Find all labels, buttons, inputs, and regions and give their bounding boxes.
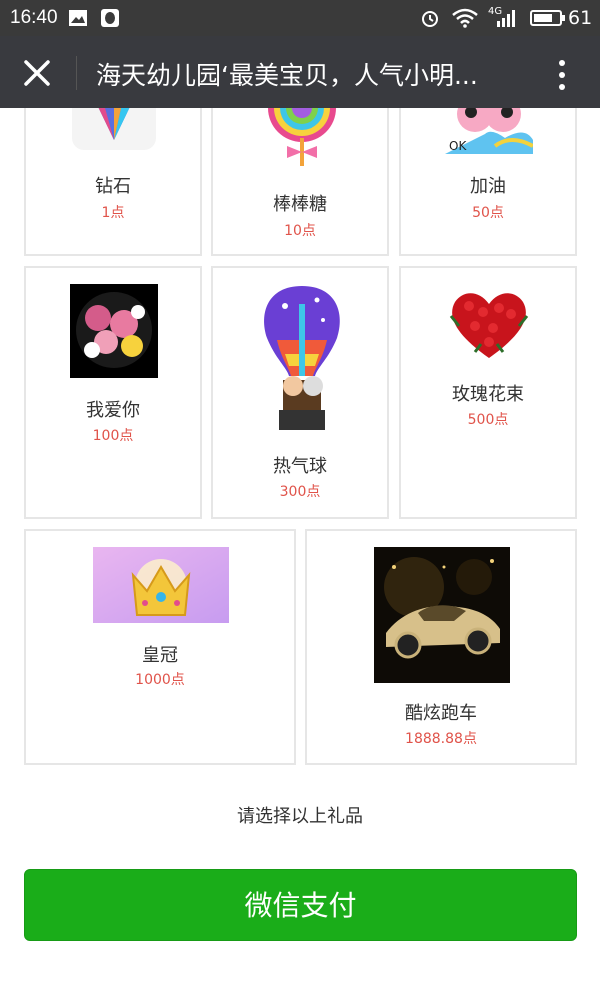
- gift-name: 我爱你: [86, 400, 140, 421]
- gift-card-diamond[interactable]: 钻石 1点: [24, 108, 202, 256]
- gift-price: 1888.88点: [405, 731, 477, 747]
- gift-price: 300点: [279, 484, 321, 500]
- battery-level: 61: [568, 7, 593, 29]
- qq-notification-icon: [101, 9, 119, 27]
- gift-card-crown[interactable]: 皇冠 1000点: [24, 529, 296, 765]
- gift-price: 1点: [101, 205, 125, 221]
- gift-price: 10点: [284, 223, 316, 239]
- close-icon[interactable]: [22, 58, 52, 88]
- gift-name: 皇冠: [142, 645, 178, 666]
- crown-icon: [93, 547, 229, 623]
- more-options-icon[interactable]: [552, 58, 572, 92]
- battery-icon: [530, 10, 565, 26]
- gift-price: 50点: [472, 205, 504, 221]
- status-time: 16:40: [10, 7, 58, 28]
- gift-name: 酷炫跑车: [405, 703, 477, 724]
- nav-divider: [76, 56, 77, 90]
- wifi-icon: [452, 8, 478, 28]
- alarm-icon: [422, 11, 438, 27]
- gift-price: 100点: [92, 428, 134, 444]
- hot-air-balloon-icon: [264, 286, 340, 430]
- gift-card-lollipop[interactable]: 棒棒糖 10点: [211, 108, 389, 256]
- selection-hint: 请选择以上礼品: [237, 806, 363, 827]
- gift-name: 加油: [470, 176, 506, 197]
- gift-card-balloon[interactable]: 热气球 300点: [211, 266, 389, 519]
- flower-orb-icon: [70, 284, 158, 378]
- wechat-pay-button[interactable]: 微信支付: [24, 869, 577, 941]
- lollipop-icon: [268, 108, 336, 166]
- svg-text:OK: OK: [449, 139, 467, 153]
- gift-price: 500点: [467, 412, 509, 428]
- gift-list: 钻石 1点 棒棒糖 10点 OK 加油 50点 我爱你 100点 热气球 300…: [0, 108, 600, 1000]
- nav-bar: 海天幼儿园‘最美宝贝，人气小明...: [0, 36, 600, 108]
- gift-card-roses[interactable]: 玫瑰花束 500点: [399, 266, 577, 519]
- image-notification-icon: [69, 10, 87, 26]
- gift-card-love[interactable]: 我爱你 100点: [24, 266, 202, 519]
- sports-car-icon: [374, 547, 510, 683]
- gift-card-sportscar[interactable]: 酷炫跑车 1888.88点: [305, 529, 577, 765]
- gift-card-cheer[interactable]: OK 加油 50点: [399, 108, 577, 256]
- status-bar: 16:40 4G 61: [0, 0, 600, 36]
- cheer-icon: OK: [445, 108, 533, 154]
- signal-icon: [497, 10, 515, 27]
- gift-name: 钻石: [95, 176, 131, 197]
- gift-price: 1000点: [135, 672, 185, 688]
- gift-name: 棒棒糖: [273, 194, 327, 215]
- gift-name: 玫瑰花束: [452, 384, 524, 405]
- rose-bouquet-icon: [449, 293, 529, 358]
- gift-name: 热气球: [273, 456, 327, 477]
- page-title: 海天幼儿园‘最美宝贝，人气小明...: [96, 61, 478, 90]
- diamond-icon: [72, 108, 156, 150]
